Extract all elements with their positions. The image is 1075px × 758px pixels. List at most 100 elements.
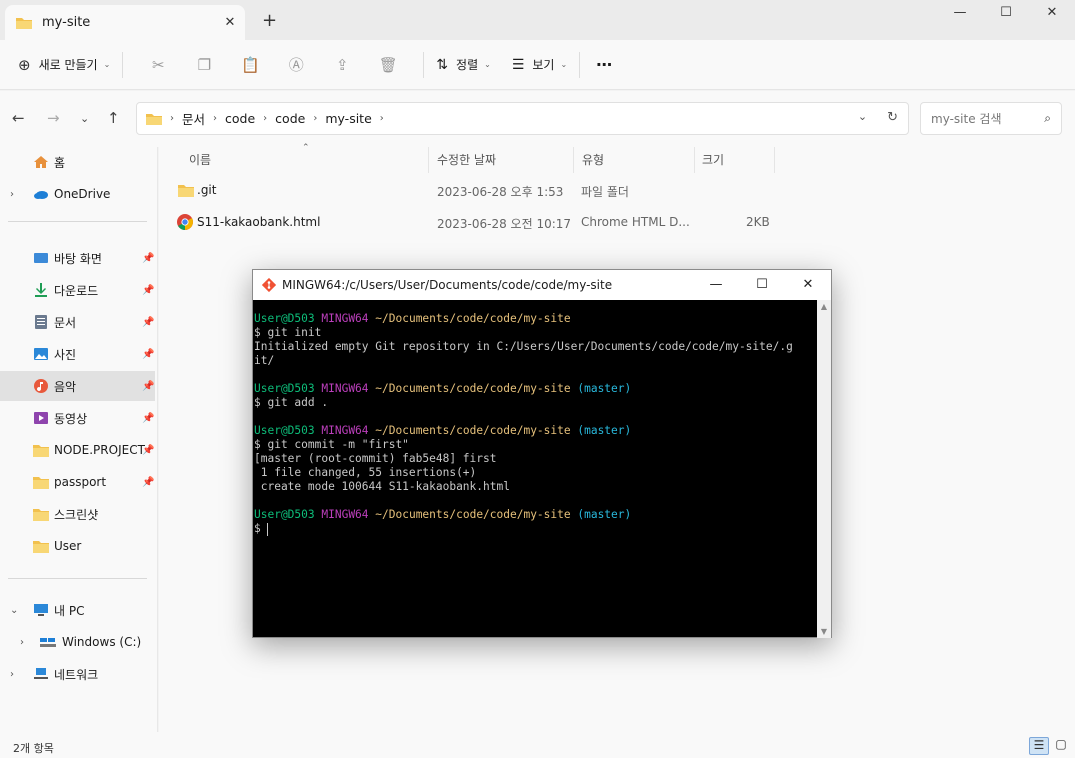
more-options-icon[interactable]: ⋯ bbox=[596, 55, 612, 74]
tab-my-site[interactable]: my-site ✕ bbox=[5, 5, 245, 40]
address-history-icon[interactable]: ⌄ bbox=[858, 110, 867, 125]
folder-icon bbox=[33, 509, 49, 521]
breadcrumb-item[interactable]: code bbox=[275, 111, 305, 126]
column-header-modified[interactable]: 수정한 날짜 bbox=[437, 151, 496, 168]
new-button-label: 새로 만들기 bbox=[38, 58, 98, 72]
music-icon bbox=[34, 379, 48, 393]
refresh-icon[interactable]: ↻ bbox=[887, 110, 898, 125]
column-header-size[interactable]: 크기 bbox=[702, 151, 724, 168]
details-view-icon[interactable]: ☰ bbox=[1029, 737, 1049, 755]
output-line: it/ bbox=[254, 354, 275, 367]
pin-icon[interactable]: 📌 bbox=[142, 285, 154, 296]
close-tab-icon[interactable]: ✕ bbox=[215, 15, 245, 30]
breadcrumb-item[interactable]: 문서 bbox=[182, 109, 205, 128]
close-window-button[interactable]: ✕ bbox=[1029, 0, 1075, 28]
tab-bar: my-site ✕ + — ☐ ✕ bbox=[0, 0, 1075, 40]
minimize-button[interactable]: — bbox=[937, 0, 983, 28]
tiles-view-icon[interactable]: ▢ bbox=[1051, 737, 1071, 755]
prompt-line: User@D503 MINGW64 ~/Documents/code/code/… bbox=[254, 382, 816, 396]
video-icon bbox=[34, 412, 48, 424]
delete-icon[interactable]: 🗑 bbox=[365, 56, 411, 74]
terminal-minimize-button[interactable]: — bbox=[693, 270, 739, 300]
folder-icon bbox=[16, 17, 32, 29]
cloud-icon bbox=[34, 191, 48, 199]
sidebar-item-network[interactable]: › 네트워크 bbox=[0, 659, 155, 689]
terminal-output[interactable]: User@D503 MINGW64 ~/Documents/code/code/… bbox=[254, 312, 816, 536]
sidebar-item-this-pc[interactable]: ⌄ 내 PC bbox=[0, 595, 155, 625]
pin-icon[interactable]: 📌 bbox=[142, 445, 154, 456]
sidebar-item-music[interactable]: 음악 📌 bbox=[0, 371, 155, 401]
sort-button-label: 정렬 bbox=[456, 58, 479, 72]
new-button[interactable]: ⊕ 새로 만들기 ⌄ bbox=[18, 56, 110, 74]
search-icon: ⌕ bbox=[1044, 111, 1051, 125]
column-divider[interactable] bbox=[573, 147, 574, 173]
breadcrumb-item[interactable]: code bbox=[225, 111, 255, 126]
sort-icon: ⇅ bbox=[436, 56, 449, 73]
sidebar-item-label: 홈 bbox=[54, 155, 66, 170]
rename-icon[interactable]: Ⓐ bbox=[273, 54, 319, 75]
pin-icon[interactable]: 📌 bbox=[142, 349, 154, 360]
table-row[interactable]: .git 2023-06-28 오후 1:53 파일 폴더 bbox=[159, 177, 1075, 205]
column-divider[interactable] bbox=[694, 147, 695, 173]
copy-icon[interactable]: ❐ bbox=[181, 56, 227, 74]
forward-arrow-icon[interactable]: → bbox=[47, 109, 60, 127]
back-arrow-icon[interactable]: ← bbox=[12, 109, 25, 127]
sidebar-item-label: 다운로드 bbox=[54, 283, 99, 298]
chevron-right-icon[interactable]: › bbox=[10, 669, 14, 680]
sidebar-item-drive-c[interactable]: › Windows (C:) bbox=[0, 627, 155, 657]
search-box[interactable]: my-site 검색 ⌕ bbox=[920, 102, 1062, 135]
sidebar-item-documents[interactable]: 문서 📌 bbox=[0, 307, 155, 337]
sidebar-item-onedrive[interactable]: › OneDrive bbox=[0, 179, 155, 209]
paste-icon[interactable]: 📋 bbox=[227, 56, 273, 74]
terminal-maximize-button[interactable]: ☐ bbox=[739, 270, 785, 300]
sidebar-item-screenshots[interactable]: 스크린샷 bbox=[0, 499, 155, 529]
up-arrow-icon[interactable]: ↑ bbox=[107, 109, 120, 127]
file-name: .git bbox=[197, 183, 217, 197]
recent-locations-icon[interactable]: ⌄ bbox=[80, 112, 89, 125]
sidebar-item-home[interactable]: 홈 bbox=[0, 147, 155, 177]
prompt-host: MINGW64 bbox=[321, 382, 369, 395]
sidebar-item-user[interactable]: User bbox=[0, 531, 155, 561]
pin-icon[interactable]: 📌 bbox=[142, 477, 154, 488]
pin-icon[interactable]: 📌 bbox=[142, 381, 154, 392]
chevron-down-icon[interactable]: ⌄ bbox=[10, 605, 18, 616]
sidebar-item-label: Windows (C:) bbox=[62, 635, 142, 649]
chevron-right-icon[interactable]: › bbox=[10, 189, 14, 200]
chevron-right-icon[interactable]: › bbox=[20, 637, 24, 648]
prompt-line: User@D503 MINGW64 ~/Documents/code/code/… bbox=[254, 508, 816, 522]
terminal-window[interactable]: MINGW64:/c/Users/User/Documents/code/cod… bbox=[252, 269, 832, 638]
input-line[interactable]: $ bbox=[254, 522, 816, 536]
folder-icon bbox=[33, 445, 49, 457]
divider bbox=[579, 51, 581, 78]
address-bar[interactable]: › 문서 › code › code › my-site › ⌄ ↻ bbox=[136, 102, 909, 135]
pin-icon[interactable]: 📌 bbox=[142, 253, 154, 264]
new-tab-button[interactable]: + bbox=[262, 10, 277, 31]
maximize-button[interactable]: ☐ bbox=[983, 0, 1029, 28]
scroll-down-icon[interactable]: ▼ bbox=[817, 627, 831, 636]
sidebar-item-desktop[interactable]: 바탕 화면 📌 bbox=[0, 243, 155, 273]
breadcrumb-item[interactable]: my-site bbox=[325, 111, 371, 126]
sidebar-item-node-project[interactable]: NODE.PROJECT 📌 bbox=[0, 435, 155, 465]
share-icon[interactable]: ⇪ bbox=[319, 56, 365, 74]
pin-icon[interactable]: 📌 bbox=[142, 317, 154, 328]
sidebar-item-videos[interactable]: 동영상 📌 bbox=[0, 403, 155, 433]
sort-button[interactable]: ⇅ 정렬 ⌄ bbox=[436, 56, 491, 73]
column-header-name[interactable]: 이름 bbox=[189, 151, 211, 168]
terminal-title-bar[interactable]: MINGW64:/c/Users/User/Documents/code/cod… bbox=[253, 270, 831, 300]
column-divider[interactable] bbox=[428, 147, 429, 173]
file-modified: 2023-06-28 오전 10:17 bbox=[437, 217, 572, 231]
terminal-scrollbar[interactable]: ▲ ▼ bbox=[817, 300, 831, 638]
table-row[interactable]: S11-kakaobank.html 2023-06-28 오전 10:17 C… bbox=[159, 209, 1075, 237]
sidebar-item-downloads[interactable]: 다운로드 📌 bbox=[0, 275, 155, 305]
pin-icon[interactable]: 📌 bbox=[142, 413, 154, 424]
terminal-close-button[interactable]: ✕ bbox=[785, 270, 831, 300]
file-size: 2KB bbox=[746, 215, 770, 229]
sidebar-item-pictures[interactable]: 사진 📌 bbox=[0, 339, 155, 369]
view-button[interactable]: ☰ 보기 ⌄ bbox=[512, 56, 567, 73]
scroll-up-icon[interactable]: ▲ bbox=[817, 302, 831, 311]
sidebar-item-passport[interactable]: passport 📌 bbox=[0, 467, 155, 497]
cut-icon[interactable]: ✂ bbox=[135, 56, 181, 74]
folder-icon bbox=[33, 541, 49, 553]
column-header-type[interactable]: 유형 bbox=[582, 151, 604, 168]
column-divider[interactable] bbox=[774, 147, 775, 173]
